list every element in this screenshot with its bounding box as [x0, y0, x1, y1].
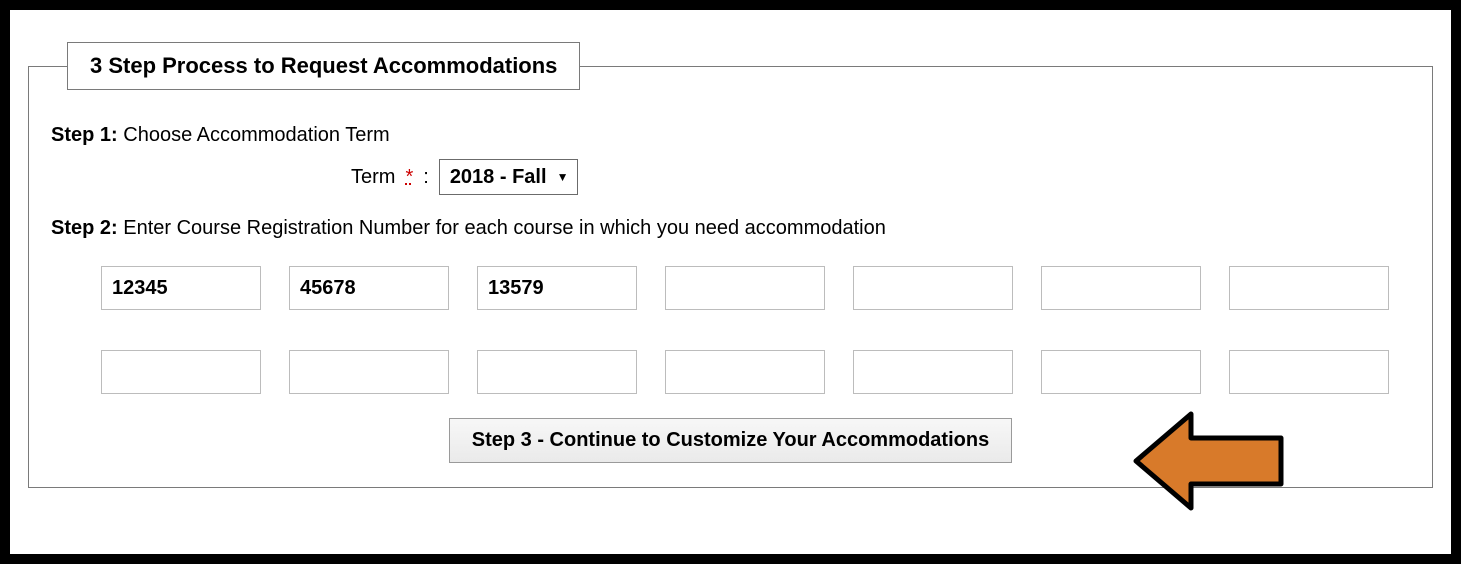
crn-input[interactable]: [1041, 266, 1201, 310]
accommodation-wizard-fieldset: 3 Step Process to Request Accommodations…: [28, 42, 1433, 488]
crn-input[interactable]: [853, 350, 1013, 394]
step-2-label: Step 2:: [51, 217, 118, 239]
step-2-line: Step 2: Enter Course Registration Number…: [51, 217, 1410, 240]
arrow-left-icon: [1131, 406, 1291, 521]
fieldset-legend: 3 Step Process to Request Accommodations: [67, 42, 580, 90]
crn-input[interactable]: [665, 350, 825, 394]
step-3-row: Step 3 - Continue to Customize Your Acco…: [51, 418, 1410, 463]
continue-button[interactable]: Step 3 - Continue to Customize Your Acco…: [449, 418, 1012, 463]
step-1-label: Step 1:: [51, 124, 118, 146]
step-1-line: Step 1: Choose Accommodation Term: [51, 124, 1410, 147]
crn-grid: [101, 266, 1410, 394]
crn-input[interactable]: [289, 266, 449, 310]
crn-input[interactable]: [477, 350, 637, 394]
crn-input[interactable]: [665, 266, 825, 310]
crn-input[interactable]: [101, 266, 261, 310]
crn-input[interactable]: [289, 350, 449, 394]
term-row: Term *: 2018 - Fall ▼: [351, 159, 1410, 195]
crn-input[interactable]: [853, 266, 1013, 310]
term-select-value: 2018 - Fall: [450, 166, 547, 189]
chevron-down-icon: ▼: [557, 170, 569, 184]
window-frame: 3 Step Process to Request Accommodations…: [0, 0, 1461, 564]
crn-input[interactable]: [477, 266, 637, 310]
crn-input[interactable]: [101, 350, 261, 394]
term-select[interactable]: 2018 - Fall ▼: [439, 159, 578, 195]
step-1-text: Choose Accommodation Term: [123, 124, 389, 146]
step-2-text: Enter Course Registration Number for eac…: [123, 217, 886, 239]
required-indicator: *: [405, 166, 413, 189]
crn-input[interactable]: [1041, 350, 1201, 394]
term-colon: :: [423, 166, 429, 189]
term-label: Term: [351, 166, 395, 189]
crn-input[interactable]: [1229, 266, 1389, 310]
crn-input[interactable]: [1229, 350, 1389, 394]
